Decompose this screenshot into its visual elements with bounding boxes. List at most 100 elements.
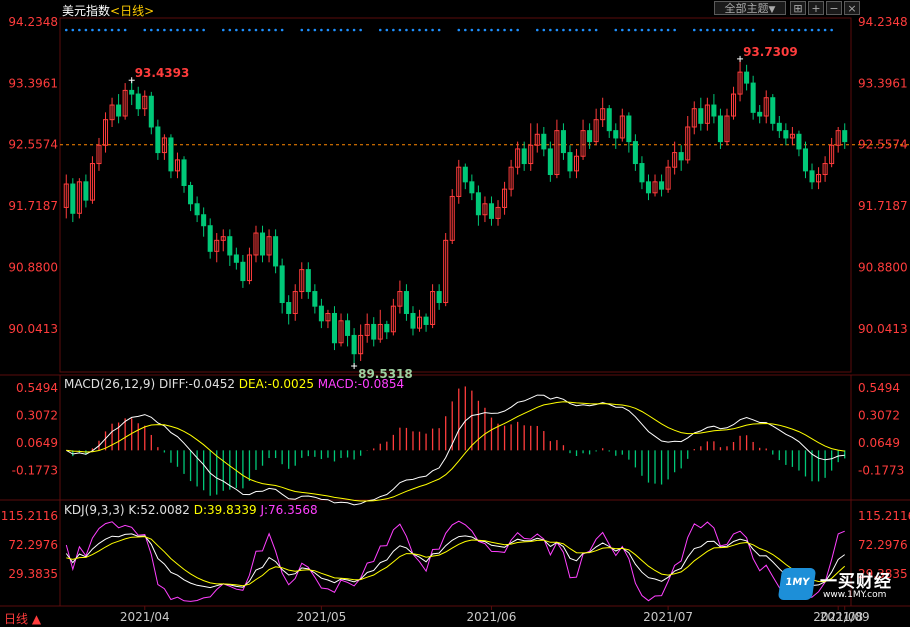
candle-body bbox=[613, 130, 619, 139]
candle-body bbox=[639, 163, 645, 183]
chart-title: 美元指数<日线> bbox=[62, 2, 154, 19]
signal-dot bbox=[202, 28, 205, 32]
candle-body bbox=[345, 320, 351, 336]
period-label[interactable]: <日线> bbox=[110, 4, 154, 18]
chart-svg[interactable]: 94.2348 94.2348 93.3961 93.3961 92.5574 92.55… bbox=[0, 0, 910, 627]
macd-dif-line bbox=[66, 394, 845, 506]
x-axis-label: 2021/08 bbox=[813, 610, 863, 624]
signal-dot bbox=[346, 28, 349, 32]
close-glyph: × bbox=[847, 2, 857, 15]
signal-dot bbox=[313, 28, 317, 32]
macd-dea-line bbox=[66, 401, 845, 502]
candle-body bbox=[698, 108, 704, 124]
crosshair-icon[interactable]: ⊞ bbox=[790, 1, 806, 15]
signal-dot bbox=[274, 28, 277, 32]
price-axis-label-right: 91.7187 bbox=[858, 199, 908, 213]
signal-dot bbox=[581, 28, 585, 32]
signal-dot bbox=[104, 28, 107, 32]
candle-body bbox=[384, 323, 390, 333]
signal-dot bbox=[248, 28, 251, 32]
candle-body bbox=[233, 254, 239, 263]
zoom-in-icon[interactable]: + bbox=[808, 1, 824, 15]
signal-dot bbox=[418, 28, 421, 32]
close-icon[interactable]: × bbox=[844, 1, 860, 15]
signal-dot bbox=[791, 28, 794, 32]
candle-body bbox=[606, 108, 612, 132]
candle-body bbox=[181, 159, 187, 186]
candle-body bbox=[626, 115, 632, 143]
candle-body bbox=[279, 265, 285, 304]
signal-dot bbox=[555, 28, 559, 32]
theme-select-button[interactable]: 全部主题▼ bbox=[714, 1, 786, 15]
price-axis-label-left: 92.5574 bbox=[8, 138, 58, 152]
low-annotation: 89.5318 bbox=[358, 367, 413, 381]
zoom-out-icon[interactable]: − bbox=[826, 1, 842, 15]
candle-body bbox=[135, 93, 141, 110]
candle-body bbox=[371, 323, 377, 340]
candle-body bbox=[325, 312, 331, 322]
signal-dot bbox=[91, 28, 94, 32]
signal-dot bbox=[483, 28, 487, 32]
candle-body bbox=[730, 93, 737, 117]
chevron-down-icon: ▼ bbox=[768, 5, 776, 15]
signal-dot bbox=[254, 28, 258, 32]
signal-dot bbox=[732, 28, 735, 32]
candle-body bbox=[600, 108, 606, 121]
signal-dot bbox=[378, 28, 382, 32]
candle-body bbox=[502, 188, 508, 208]
signal-dot bbox=[516, 28, 519, 32]
signal-dot bbox=[71, 28, 75, 32]
price-axis-label-right: 90.0413 bbox=[858, 322, 908, 336]
signal-dot bbox=[647, 28, 650, 32]
candle-body bbox=[122, 89, 128, 117]
signal-dot bbox=[411, 28, 415, 32]
signal-dot bbox=[804, 28, 807, 32]
kdj-header: KDJ(9,3,3) K:52.0082 D:39.8339 J:76.3568 bbox=[64, 503, 318, 517]
price-axis-label-left: 90.0413 bbox=[8, 322, 58, 336]
signal-dot bbox=[182, 28, 186, 32]
chart-stage: 美元指数<日线> 全部主题▼ ⊞ + − × 94.2348 94.2348 93.… bbox=[0, 0, 910, 627]
signal-dot bbox=[189, 28, 192, 32]
signal-dot bbox=[817, 28, 820, 32]
signal-dot bbox=[614, 28, 618, 32]
zoom-out-glyph: − bbox=[829, 2, 839, 15]
signal-dot bbox=[110, 28, 114, 32]
x-axis-label: 2021/09 bbox=[820, 610, 870, 624]
period-toggle-button[interactable]: 日线 ▲ bbox=[4, 610, 41, 627]
signal-dot bbox=[549, 28, 552, 32]
candle-body bbox=[259, 232, 266, 256]
candle-body bbox=[161, 137, 167, 154]
candle-body bbox=[201, 214, 207, 227]
candle-body bbox=[789, 133, 795, 139]
candle-body bbox=[253, 232, 259, 256]
signal-dot bbox=[797, 28, 801, 32]
candle-body bbox=[70, 183, 76, 214]
candle-body bbox=[534, 133, 540, 146]
candle-body bbox=[358, 334, 364, 355]
candle-body bbox=[567, 152, 573, 172]
candle-body bbox=[580, 130, 586, 157]
candle-body bbox=[573, 155, 580, 172]
macd-axis-label-left: 0.3072 bbox=[16, 408, 58, 422]
signal-dot bbox=[470, 28, 474, 32]
signal-dot bbox=[477, 28, 480, 32]
price-axis-label-left: 94.2348 bbox=[8, 15, 58, 29]
signal-dot bbox=[784, 28, 788, 32]
signal-dot bbox=[588, 28, 591, 32]
candle-body bbox=[816, 174, 822, 183]
candle-body bbox=[174, 159, 181, 172]
candle-body bbox=[331, 312, 338, 344]
candle-body bbox=[495, 206, 501, 219]
macd-axis-label-right: 0.5494 bbox=[858, 381, 900, 395]
candle-body bbox=[619, 115, 625, 139]
signal-dot bbox=[300, 28, 304, 32]
macd-axis-label-left: 0.5494 bbox=[16, 381, 58, 395]
price-axis-label-left: 93.3961 bbox=[8, 76, 58, 90]
price-axis-label-right: 92.5574 bbox=[858, 138, 908, 152]
signal-dot bbox=[634, 28, 637, 32]
candle-body bbox=[645, 181, 652, 194]
signal-dot bbox=[745, 28, 748, 32]
signal-dot bbox=[568, 28, 572, 32]
signal-dot bbox=[699, 28, 703, 32]
price-axis-label-right: 93.3961 bbox=[858, 76, 908, 90]
